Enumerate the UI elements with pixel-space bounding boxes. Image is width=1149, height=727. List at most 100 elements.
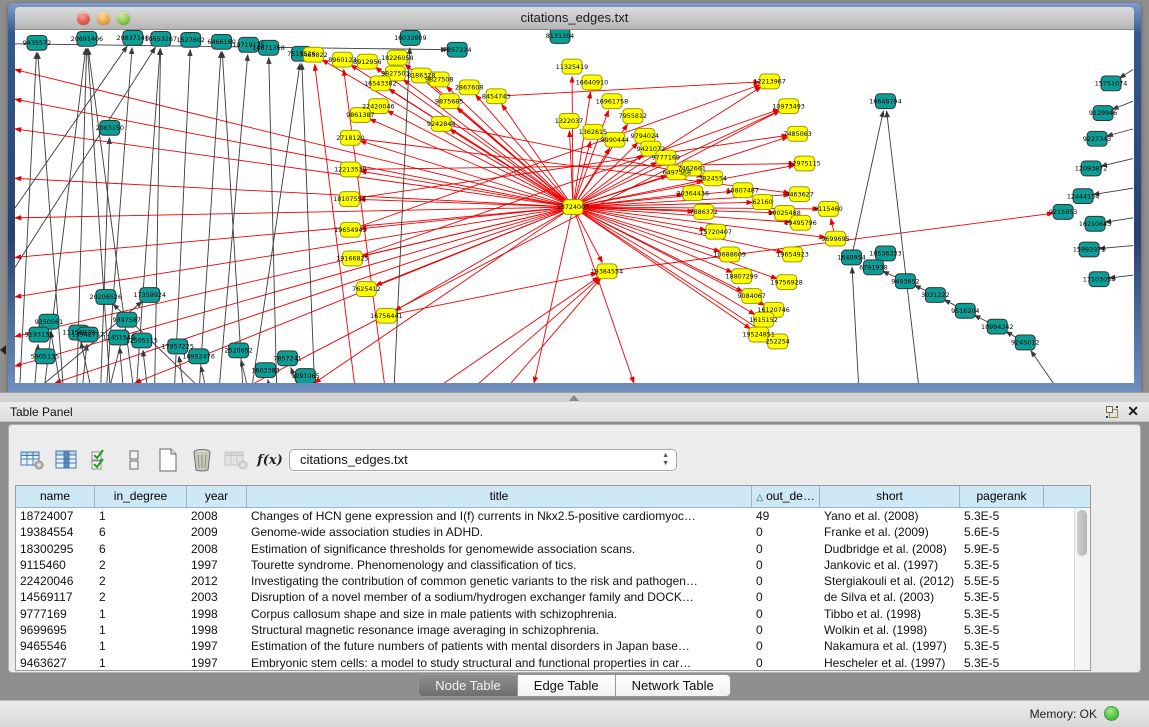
graph-edge[interactable]: [15, 47, 155, 267]
graph-edge[interactable]: [15, 207, 573, 366]
delete-table-icon[interactable]: [221, 446, 251, 474]
table-cell-name[interactable]: 9115460: [16, 557, 95, 573]
table-row[interactable]: 1456911722003Disruption of a novel membe…: [16, 589, 1090, 605]
column-header-title[interactable]: title: [247, 486, 752, 507]
table-row[interactable]: 969969511998Structural magnetic resonanc…: [16, 622, 1090, 638]
table-cell-title[interactable]: Genome-wide association studies in ADHD.: [247, 524, 752, 540]
graph-edge[interactable]: [253, 64, 300, 383]
table-cell-year[interactable]: 1997: [187, 638, 247, 654]
table-cell-name[interactable]: 9463627: [16, 655, 95, 671]
new-table-icon[interactable]: [153, 446, 183, 474]
scrollbar-thumb[interactable]: [1077, 510, 1087, 556]
table-cell-year[interactable]: 1997: [187, 557, 247, 573]
table-cell-outde[interactable]: 0: [752, 541, 820, 557]
table-cell-short[interactable]: Hescheler et al. (1997): [820, 655, 960, 671]
network-window-titlebar[interactable]: citations_edges.txt: [15, 7, 1134, 30]
table-cell-title[interactable]: Embryonic stem cells: a model to study s…: [247, 655, 752, 671]
column-header-short[interactable]: short: [820, 486, 960, 507]
graph-edge[interactable]: [269, 58, 277, 383]
table-cell-title[interactable]: Estimation of significance thresholds fo…: [247, 541, 752, 557]
table-cell-outde[interactable]: 0: [752, 524, 820, 540]
graph-edge[interactable]: [201, 366, 205, 383]
table-body[interactable]: 18724007 1 2008Changes of HCN gene express…: [16, 508, 1090, 671]
table-cell-indegree[interactable]: 1: [95, 655, 187, 671]
table-cell-name[interactable]: 18724007: [16, 508, 95, 524]
table-cell-name[interactable]: 9699695: [16, 622, 95, 638]
column-header-pagerank[interactable]: pagerank: [960, 486, 1044, 507]
graph-edge[interactable]: [222, 52, 242, 383]
table-row[interactable]: 1830029562008Estimation of significance …: [16, 541, 1090, 557]
table-cell-name[interactable]: 14569117: [16, 589, 95, 605]
citation-network-graph[interactable]: 9435572206914062983714810653287152760264…: [15, 30, 1134, 383]
horizontal-split-divider[interactable]: [0, 392, 1149, 402]
column-header-indegree[interactable]: in_degree: [95, 486, 187, 507]
table-cell-title[interactable]: Disruption of a novel member of a sodium…: [247, 589, 752, 605]
network-canvas[interactable]: 9435572206914062983714810653287152760264…: [15, 30, 1134, 383]
table-cell-title[interactable]: Investigating the contribution of common…: [247, 573, 752, 589]
table-source-select[interactable]: citations_edges.txt ▲▼: [289, 449, 677, 471]
table-cell-year[interactable]: 2008: [187, 508, 247, 524]
trash-icon[interactable]: [187, 446, 217, 474]
table-cell-pagerank[interactable]: 5.3E-5: [960, 606, 1044, 622]
graph-edge[interactable]: [1112, 101, 1133, 109]
table-cell-pagerank[interactable]: 5.9E-5: [960, 541, 1044, 557]
graph-edge[interactable]: [155, 49, 161, 383]
collapse-left-panel-arrow-icon[interactable]: [0, 345, 6, 355]
table-cell-pagerank[interactable]: 5.6E-5: [960, 524, 1044, 540]
table-row[interactable]: 946362711997Embryonic stem cells: a mode…: [16, 655, 1090, 671]
float-panel-icon[interactable]: [1105, 405, 1119, 419]
table-cell-short[interactable]: Dudbridge et al. (2008): [820, 541, 960, 557]
rows-icon[interactable]: [119, 446, 149, 474]
table-cell-year[interactable]: 2009: [187, 524, 247, 540]
graph-edge[interactable]: [852, 111, 884, 258]
table-cell-short[interactable]: Yano et al. (2008): [820, 508, 960, 524]
column-header-name[interactable]: name: [16, 486, 95, 507]
tab-network-table[interactable]: Network Table: [616, 674, 731, 697]
close-panel-icon[interactable]: ✕: [1127, 403, 1139, 420]
graph-edge[interactable]: [386, 273, 597, 316]
table-cell-indegree[interactable]: 6: [95, 524, 187, 540]
column-header-year[interactable]: year: [187, 486, 247, 507]
table-cell-short[interactable]: Jankovic et al. (1997): [820, 557, 960, 573]
table-cell-short[interactable]: de Silva et al. (2003): [820, 589, 960, 605]
table-vertical-scrollbar[interactable]: [1074, 508, 1090, 670]
column-select-icon[interactable]: [51, 446, 81, 474]
table-cell-outde[interactable]: 0: [752, 557, 820, 573]
table-cell-title[interactable]: Structural magnetic resonance image aver…: [247, 622, 752, 638]
table-cell-pagerank[interactable]: 5.3E-5: [960, 622, 1044, 638]
table-cell-indegree[interactable]: 1: [95, 622, 187, 638]
graph-edge[interactable]: [444, 277, 599, 383]
graph-edge[interactable]: [387, 111, 573, 207]
table-cell-title[interactable]: Changes of HCN gene expression and I(f) …: [247, 508, 752, 524]
table-cell-pagerank[interactable]: 5.3E-5: [960, 589, 1044, 605]
graph-edge[interactable]: [81, 342, 90, 383]
table-cell-pagerank[interactable]: 5.3E-5: [960, 508, 1044, 524]
table-cell-title[interactable]: Tourette syndrome. Phenomenology and cla…: [247, 557, 752, 573]
graph-edge[interactable]: [511, 279, 600, 383]
graph-edge[interactable]: [143, 350, 147, 383]
graph-edge[interactable]: [496, 82, 760, 96]
table-mode-icon[interactable]: [17, 446, 47, 474]
column-header-outde[interactable]: △out_de…: [752, 486, 820, 507]
table-cell-pagerank[interactable]: 5.3E-5: [960, 557, 1044, 573]
row-select-icon[interactable]: [85, 446, 115, 474]
table-cell-name[interactable]: 22420046: [16, 573, 95, 589]
graph-edge[interactable]: [255, 111, 780, 383]
table-cell-indegree[interactable]: 1: [95, 638, 187, 654]
graph-edge[interactable]: [302, 64, 315, 383]
network-view-window[interactable]: citations_edges.txt 94355722069140629837…: [8, 3, 1141, 392]
graph-edge[interactable]: [360, 141, 573, 207]
table-cell-indegree[interactable]: 2: [95, 573, 187, 589]
table-cell-short[interactable]: Franke et al. (2009): [820, 524, 960, 540]
table-cell-indegree[interactable]: 2: [95, 557, 187, 573]
graph-edge[interactable]: [268, 380, 269, 383]
tab-node-table[interactable]: Node Table: [418, 674, 518, 697]
graph-edge[interactable]: [120, 347, 123, 383]
table-cell-name[interactable]: 9777169: [16, 606, 95, 622]
graph-edge[interactable]: [1119, 70, 1133, 79]
table-cell-title[interactable]: Corpus callosum shape and size in male p…: [247, 606, 752, 622]
table-cell-short[interactable]: Nakamura et al. (1997): [820, 638, 960, 654]
table-cell-short[interactable]: Stergiakouli et al. (2012): [820, 573, 960, 589]
table-cell-outde[interactable]: 0: [752, 655, 820, 671]
graph-edge[interactable]: [200, 52, 221, 383]
